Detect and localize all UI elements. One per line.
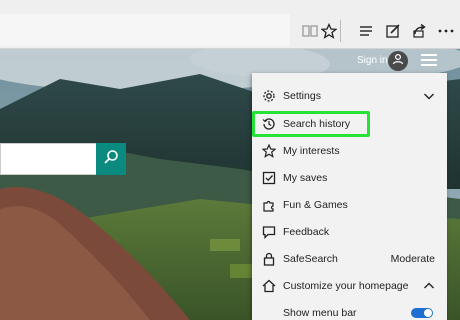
show-menu-bar-toggle[interactable] bbox=[411, 308, 433, 318]
menu-item-label: Settings bbox=[283, 90, 321, 102]
saves-icon bbox=[262, 171, 276, 185]
lock-icon bbox=[262, 252, 276, 266]
safesearch-value: Moderate bbox=[390, 253, 435, 265]
avatar[interactable] bbox=[388, 51, 408, 71]
menu-item-feedback[interactable]: Feedback bbox=[252, 219, 447, 245]
gear-icon bbox=[262, 89, 276, 103]
menu-item-customize-homepage[interactable]: Customize your homepage bbox=[252, 273, 447, 299]
star-outline-icon bbox=[262, 144, 276, 158]
chevron-down-icon[interactable] bbox=[423, 90, 435, 102]
menu-item-label: My interests bbox=[283, 145, 340, 157]
search-input[interactable] bbox=[0, 143, 97, 175]
feedback-icon bbox=[262, 225, 276, 239]
sign-in-link[interactable]: Sign in bbox=[357, 55, 388, 66]
hub-icon[interactable] bbox=[357, 22, 375, 40]
more-icon[interactable] bbox=[437, 22, 455, 40]
hamburger-menu-icon[interactable] bbox=[421, 54, 437, 68]
search-history-highlight bbox=[252, 111, 370, 137]
menu-item-show-menu-bar[interactable]: Show menu bar bbox=[252, 300, 447, 320]
menu-item-label: My saves bbox=[283, 172, 328, 184]
share-icon[interactable] bbox=[411, 22, 429, 40]
menu-item-settings[interactable]: Settings bbox=[252, 83, 447, 109]
reading-view-icon[interactable] bbox=[301, 22, 319, 40]
web-note-icon[interactable] bbox=[384, 22, 402, 40]
menu-item-label: Show menu bar bbox=[283, 307, 357, 319]
address-bar[interactable] bbox=[0, 14, 290, 46]
home-icon bbox=[262, 279, 276, 293]
menu-item-fun-games[interactable]: Fun & Games bbox=[252, 192, 447, 218]
search-button[interactable] bbox=[96, 143, 126, 175]
search-icon bbox=[103, 149, 119, 170]
menu-item-my-saves[interactable]: My saves bbox=[252, 165, 447, 191]
user-icon bbox=[392, 52, 404, 70]
menu-item-my-interests[interactable]: My interests bbox=[252, 138, 447, 164]
favorite-star-icon[interactable] bbox=[320, 22, 338, 40]
puzzle-icon bbox=[262, 198, 276, 212]
browser-toolbar bbox=[0, 0, 460, 49]
menu-item-label: Fun & Games bbox=[283, 199, 348, 211]
menu-item-label: Customize your homepage bbox=[283, 280, 409, 292]
menu-item-safesearch[interactable]: SafeSearch Moderate bbox=[252, 246, 447, 272]
menu-item-label: Feedback bbox=[283, 226, 330, 238]
toolbar-separator bbox=[340, 20, 341, 42]
menu-item-label: SafeSearch bbox=[283, 253, 338, 265]
chevron-up-icon[interactable] bbox=[423, 280, 435, 292]
